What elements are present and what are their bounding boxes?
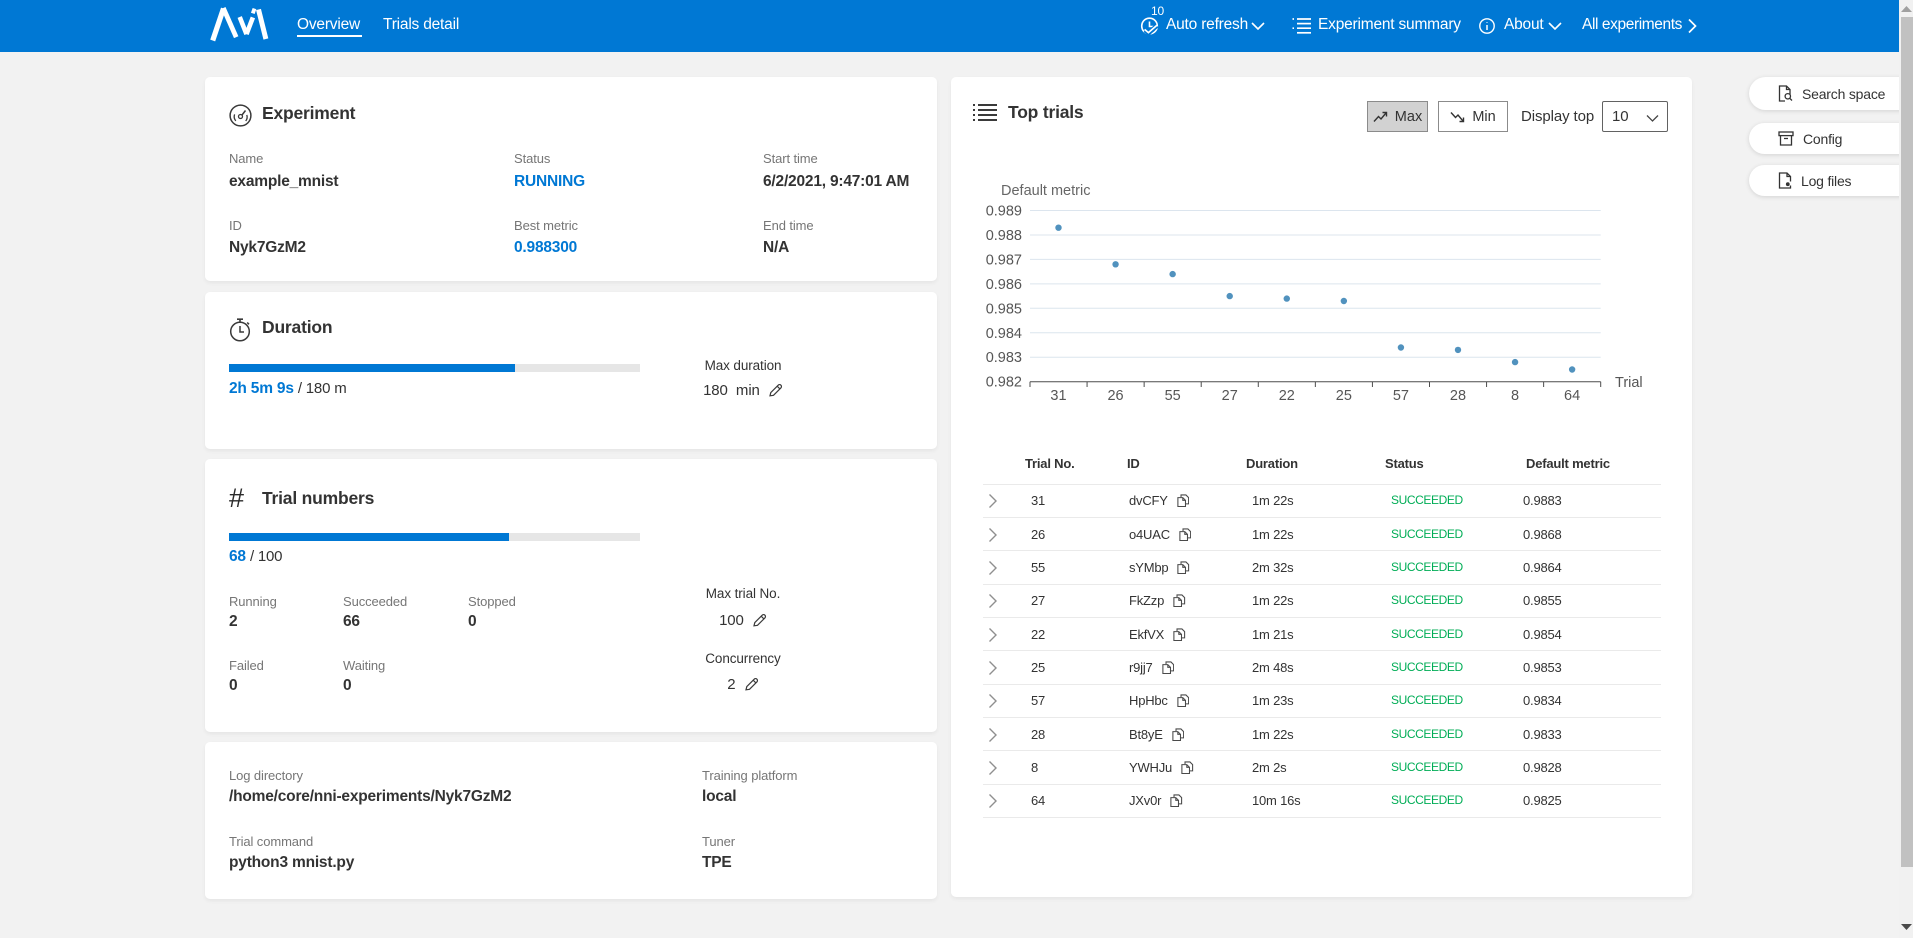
svg-text:0.989: 0.989	[986, 204, 1022, 220]
svg-text:57: 57	[1393, 388, 1409, 404]
svg-text:0.982: 0.982	[986, 375, 1022, 391]
svg-text:27: 27	[1222, 388, 1238, 404]
svg-text:Trial: Trial	[1615, 375, 1643, 391]
svg-text:0.986: 0.986	[986, 277, 1022, 293]
svg-text:Default metric: Default metric	[1001, 183, 1090, 199]
svg-text:55: 55	[1165, 388, 1181, 404]
svg-text:25: 25	[1336, 388, 1352, 404]
svg-text:0.987: 0.987	[986, 252, 1022, 268]
svg-text:22: 22	[1279, 388, 1295, 404]
svg-text:0.985: 0.985	[986, 301, 1022, 317]
svg-text:26: 26	[1107, 388, 1123, 404]
svg-text:31: 31	[1050, 388, 1066, 404]
svg-text:0.983: 0.983	[986, 350, 1022, 366]
svg-text:0.988: 0.988	[986, 228, 1022, 244]
svg-text:8: 8	[1511, 388, 1519, 404]
svg-text:28: 28	[1450, 388, 1466, 404]
svg-text:0.984: 0.984	[986, 326, 1022, 342]
svg-text:64: 64	[1564, 388, 1580, 404]
